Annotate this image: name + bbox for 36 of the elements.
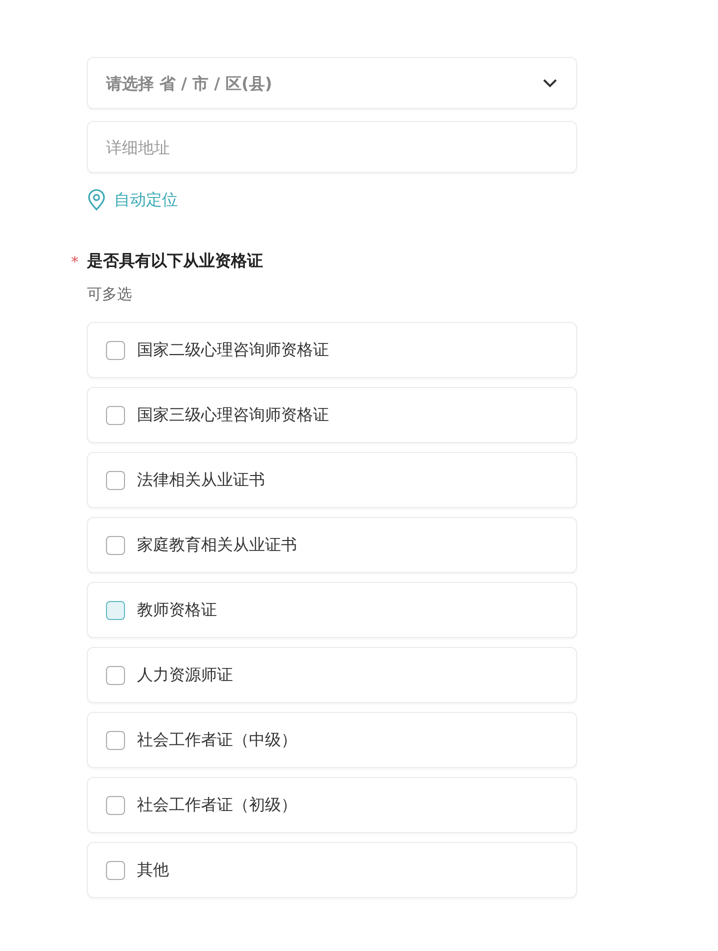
option-label: 人力资源师证 bbox=[137, 664, 233, 686]
address-input[interactable]: 详细地址 bbox=[106, 138, 558, 156]
checkbox[interactable] bbox=[106, 600, 125, 620]
checkbox-option[interactable]: 家庭教育相关从业证书 bbox=[87, 517, 577, 573]
checkbox[interactable] bbox=[106, 470, 125, 490]
location-pin-icon bbox=[87, 189, 106, 211]
option-label: 法律相关从业证书 bbox=[137, 470, 265, 490]
checkbox[interactable] bbox=[106, 406, 125, 424]
option-label: 社会工作者证（初级） bbox=[137, 794, 297, 816]
option-label: 社会工作者证（中级） bbox=[137, 730, 297, 750]
checkbox[interactable] bbox=[106, 796, 125, 814]
checkbox-option[interactable]: 法律相关从业证书 bbox=[87, 452, 577, 508]
option-label: 教师资格证 bbox=[137, 600, 217, 620]
checkbox-option[interactable]: 社会工作者证（中级） bbox=[87, 712, 577, 768]
checkbox-option[interactable]: 人力资源师证 bbox=[87, 647, 577, 703]
option-label: 国家二级心理咨询师资格证 bbox=[137, 340, 329, 360]
question-hint: 可多选 bbox=[87, 285, 132, 304]
required-mark: * bbox=[71, 252, 80, 270]
chevron-down-icon bbox=[542, 78, 558, 88]
checkbox[interactable] bbox=[106, 340, 125, 360]
checkbox-option[interactable]: 国家三级心理咨询师资格证 bbox=[87, 387, 577, 443]
checkbox[interactable] bbox=[106, 536, 125, 554]
checkbox-option[interactable]: 国家二级心理咨询师资格证 bbox=[87, 322, 577, 378]
checkbox-option[interactable]: 其他 bbox=[87, 842, 577, 898]
option-label: 国家三级心理咨询师资格证 bbox=[137, 404, 329, 426]
checkbox[interactable] bbox=[106, 666, 125, 684]
option-label: 家庭教育相关从业证书 bbox=[137, 534, 297, 556]
checkbox[interactable] bbox=[106, 730, 125, 750]
region-select[interactable]: 请选择 省 / 市 / 区(县) bbox=[87, 57, 577, 109]
checkbox-option[interactable]: 教师资格证 bbox=[87, 582, 577, 638]
checkbox[interactable] bbox=[106, 860, 125, 880]
option-label: 其他 bbox=[137, 860, 169, 880]
question-title: 是否具有以下从业资格证 bbox=[87, 251, 263, 272]
checkbox-option[interactable]: 社会工作者证（初级） bbox=[87, 777, 577, 833]
region-input[interactable]: 请选择 省 / 市 / 区(县) bbox=[106, 74, 542, 92]
address-field[interactable]: 详细地址 bbox=[87, 121, 577, 173]
